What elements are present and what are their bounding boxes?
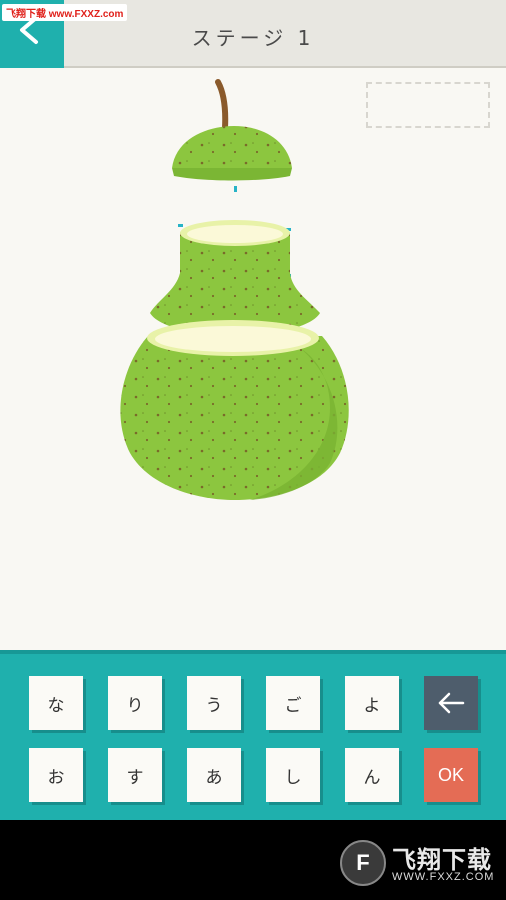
backspace-button[interactable]	[424, 676, 478, 730]
watermark-url: WWW.FXXZ.COM	[392, 871, 495, 883]
ok-button[interactable]: OK	[424, 748, 478, 802]
key-o[interactable]: お	[29, 748, 83, 802]
key-u[interactable]: う	[187, 676, 241, 730]
kana-keyboard: な り う ご よ お す あ し ん OK	[0, 650, 506, 820]
key-shi[interactable]: し	[266, 748, 320, 802]
watermark-logo-icon: F	[340, 840, 386, 886]
watermark-title: 飞翔下载	[392, 846, 492, 874]
key-n[interactable]: ん	[345, 748, 399, 802]
watermark-logo: F 飞翔下载 WWW.FXXZ.COM	[340, 840, 494, 888]
arrow-left-icon	[438, 692, 465, 714]
stage-title: ステージ 1	[191, 26, 315, 50]
bottom-bar: F 飞翔下载 WWW.FXXZ.COM	[0, 820, 506, 900]
pear-stem	[215, 79, 229, 131]
puzzle-area	[0, 68, 506, 650]
key-su[interactable]: す	[108, 748, 162, 802]
key-a[interactable]: あ	[187, 748, 241, 802]
key-yo[interactable]: よ	[345, 676, 399, 730]
header-bar: ステージ 1 飞翔下载 www.FXXZ.com	[0, 0, 506, 68]
game-screen: ステージ 1 飞翔下载 www.FXXZ.com な り う ご よ お す あ…	[0, 0, 506, 900]
watermark-label: 飞翔下载 www.FXXZ.com	[2, 4, 128, 21]
key-ri[interactable]: り	[108, 676, 162, 730]
key-go[interactable]: ご	[266, 676, 320, 730]
key-na[interactable]: な	[29, 676, 83, 730]
sliced-pear-illustration	[120, 79, 349, 500]
